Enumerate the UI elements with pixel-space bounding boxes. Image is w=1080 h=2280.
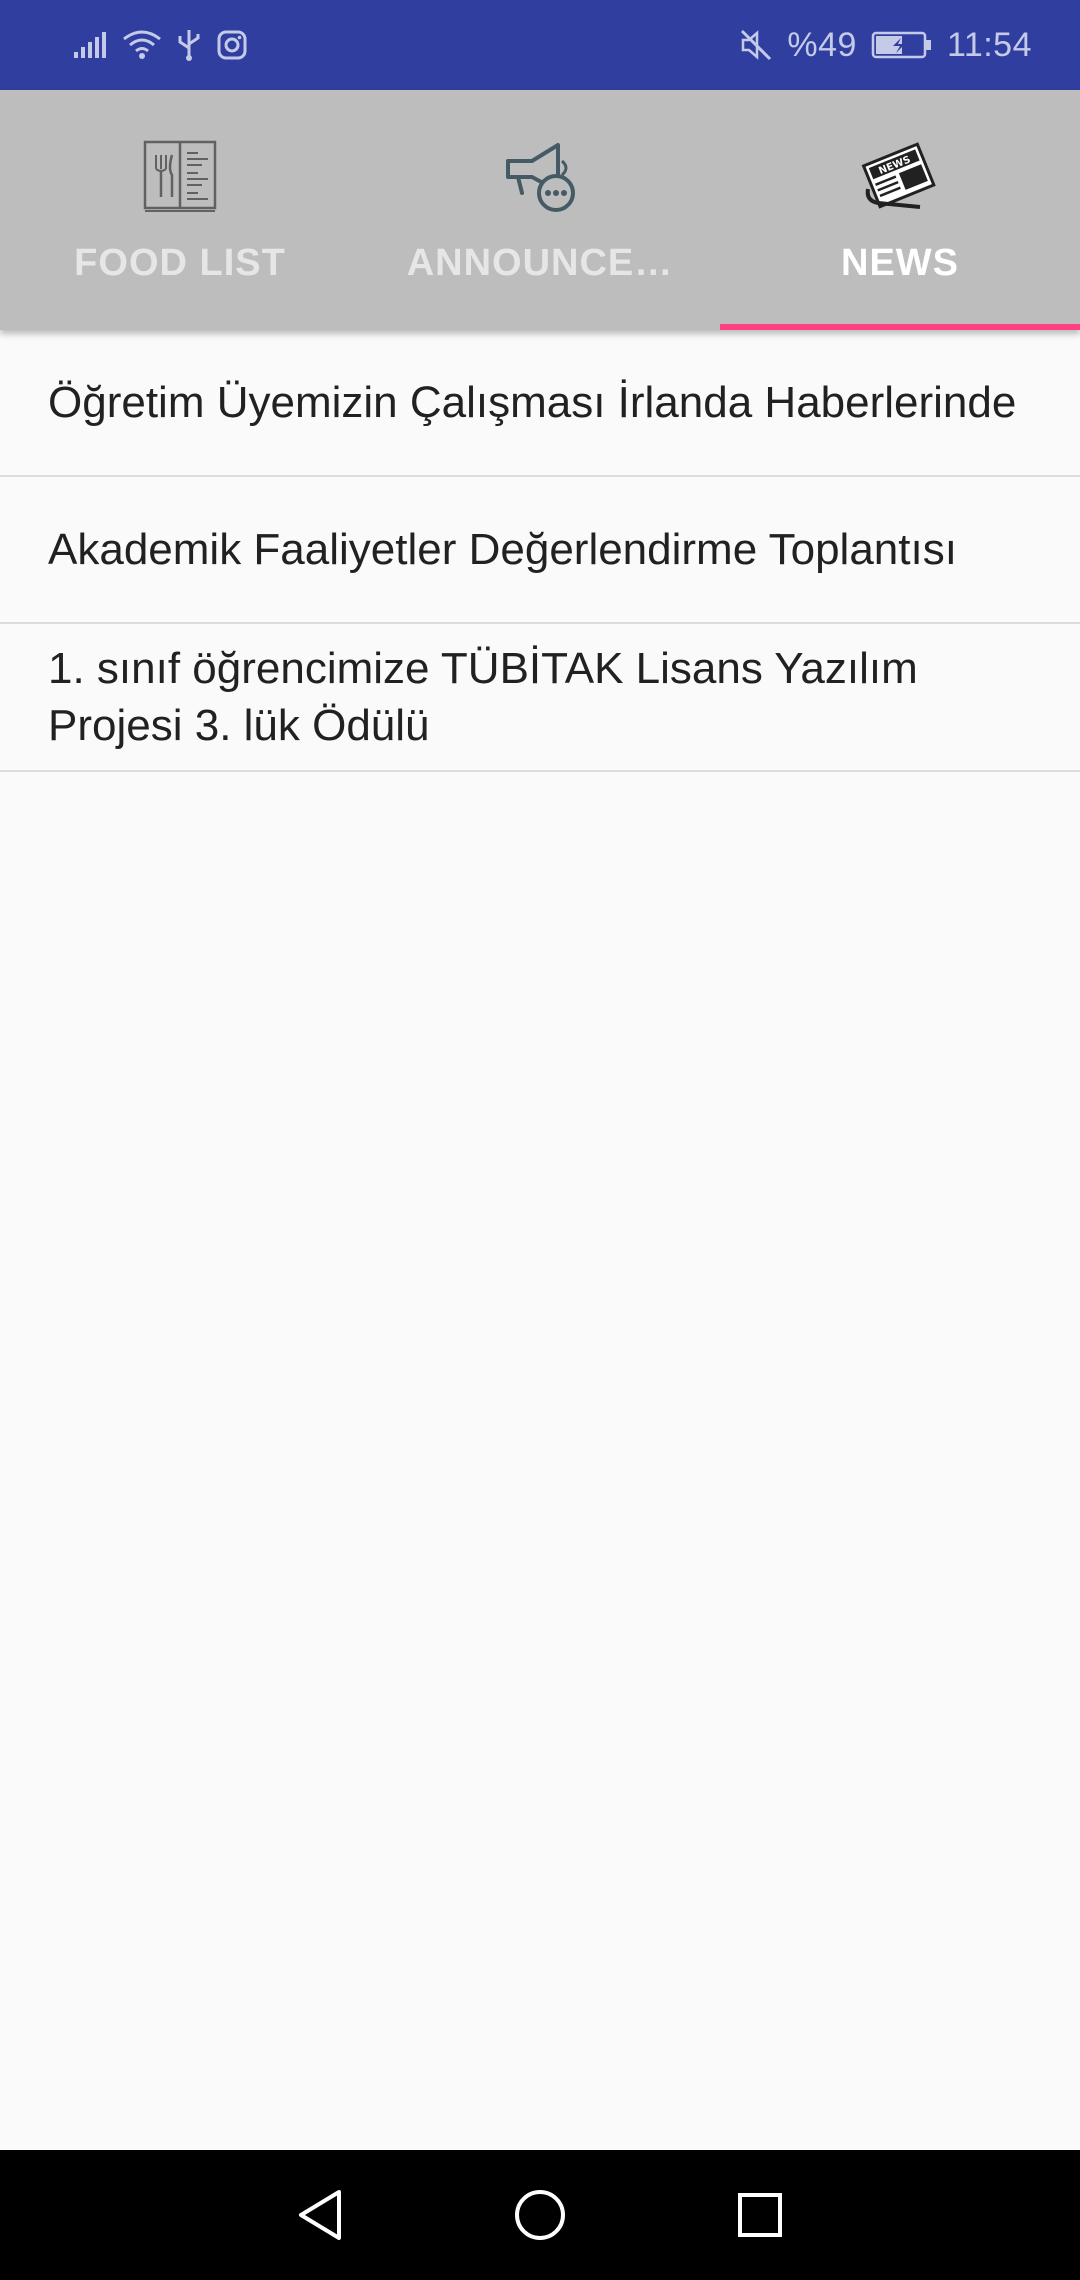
list-item[interactable]: 1. sınıf öğrencimize TÜBİTAK Lisans Yazı…	[0, 624, 1080, 772]
mute-icon	[739, 28, 773, 62]
tab-news-label: NEWS	[841, 242, 959, 284]
tab-news[interactable]: NEWS NEWS	[720, 90, 1080, 330]
status-right-icons: %49 11:54	[739, 26, 1032, 65]
usb-icon	[176, 28, 202, 62]
news-list: Öğretim Üyemizin Çalışması İrlanda Haber…	[0, 330, 1080, 772]
megaphone-icon	[502, 136, 578, 216]
news-title: Öğretim Üyemizin Çalışması İrlanda Haber…	[48, 378, 1017, 427]
tab-food-list-label: FOOD LIST	[74, 242, 286, 284]
instagram-icon	[216, 29, 248, 61]
signal-icon	[72, 30, 108, 60]
list-item[interactable]: Öğretim Üyemizin Çalışması İrlanda Haber…	[0, 330, 1080, 477]
recents-icon[interactable]	[725, 2180, 795, 2250]
back-icon[interactable]	[285, 2180, 355, 2250]
newspaper-icon: NEWS	[860, 136, 940, 216]
app-screen: %49 11:54 FOOD LIST ANNOUNCE… NEWS NEWS …	[0, 0, 1080, 2280]
menu-book-icon	[142, 136, 218, 216]
news-title: 1. sınıf öğrencimize TÜBİTAK Lisans Yazı…	[48, 644, 918, 750]
news-title: Akademik Faaliyetler Değerlendirme Topla…	[48, 525, 957, 574]
tab-announcements[interactable]: ANNOUNCE…	[360, 90, 720, 330]
navigation-bar	[0, 2150, 1080, 2280]
battery-charging-icon	[871, 30, 933, 60]
status-bar: %49 11:54	[0, 0, 1080, 90]
list-item[interactable]: Akademik Faaliyetler Değerlendirme Topla…	[0, 477, 1080, 624]
tab-bar: FOOD LIST ANNOUNCE… NEWS NEWS	[0, 90, 1080, 330]
home-icon[interactable]	[505, 2180, 575, 2250]
wifi-icon	[122, 29, 162, 61]
tab-food-list[interactable]: FOOD LIST	[0, 90, 360, 330]
tab-announcements-label: ANNOUNCE…	[406, 242, 674, 284]
status-left-icons	[72, 28, 248, 62]
battery-percent: %49	[787, 25, 857, 64]
clock: 11:54	[946, 25, 1032, 64]
tab-indicator	[720, 324, 1080, 330]
